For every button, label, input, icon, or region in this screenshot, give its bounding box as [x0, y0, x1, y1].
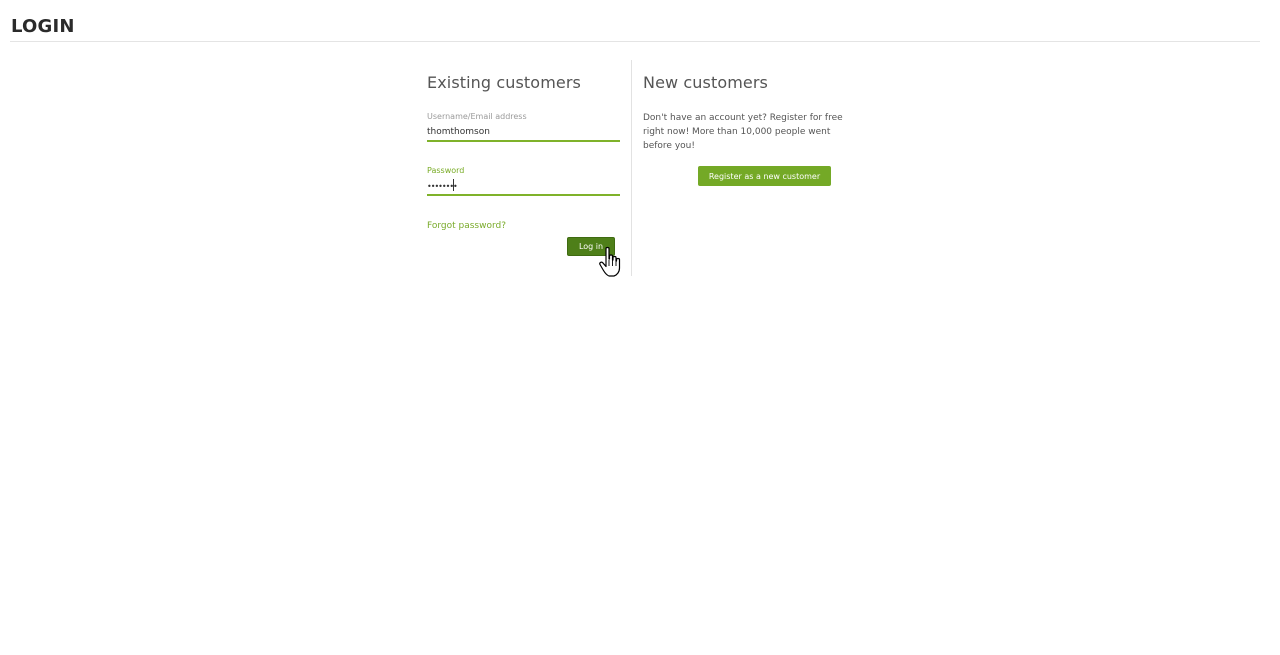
password-input[interactable] — [427, 178, 620, 194]
password-field[interactable]: Password — [427, 166, 620, 196]
password-label: Password — [427, 166, 465, 175]
column-divider — [631, 60, 632, 276]
new-customers-title: New customers — [643, 73, 768, 92]
existing-customers-title: Existing customers — [427, 73, 581, 92]
page-header: LOGIN — [10, 0, 1260, 42]
register-button[interactable]: Register as a new customer — [698, 166, 831, 186]
login-panel: Existing customers Username/Email addres… — [427, 60, 847, 276]
page-title: LOGIN — [11, 16, 75, 37]
text-caret — [453, 179, 454, 191]
username-label: Username/Email address — [427, 112, 527, 121]
username-field[interactable]: Username/Email address — [427, 112, 620, 142]
new-customers-text: Don't have an account yet? Register for … — [643, 113, 843, 151]
forgot-password-link[interactable]: Forgot password? — [427, 221, 506, 231]
hand-pointer-icon — [599, 246, 621, 277]
username-input[interactable] — [427, 124, 620, 140]
